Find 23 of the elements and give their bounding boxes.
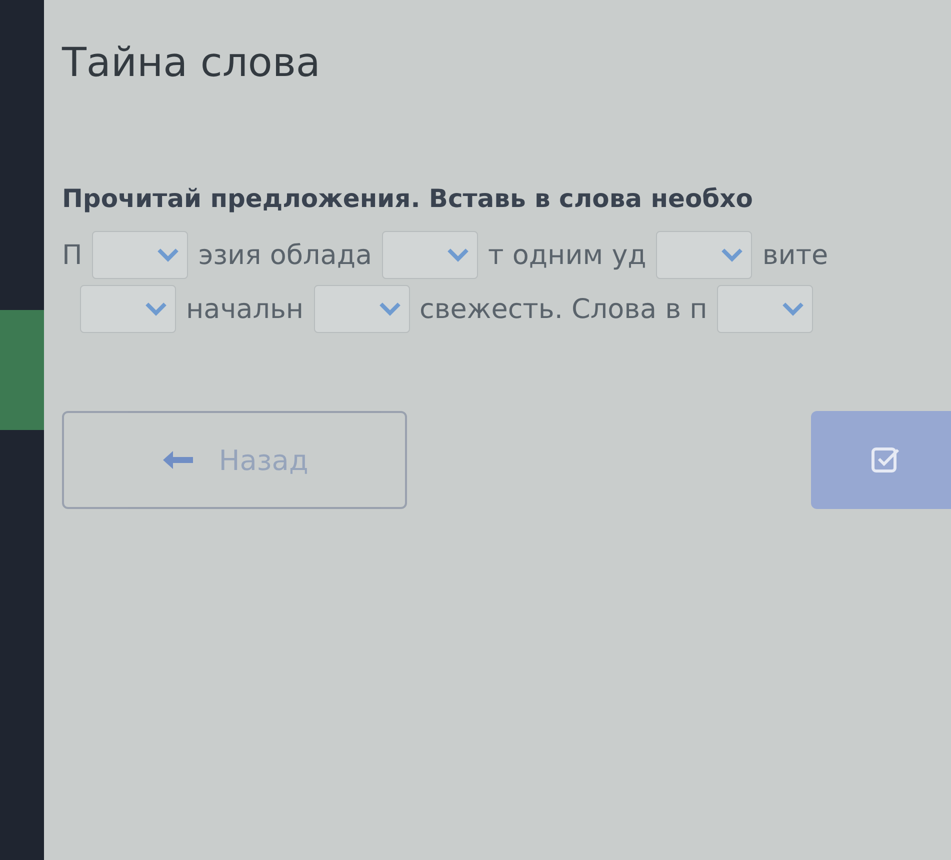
dropdown-field[interactable]	[92, 231, 188, 279]
dropdown-field[interactable]	[382, 231, 478, 279]
sentence-fragment: П	[62, 240, 82, 270]
chevron-icon	[447, 248, 470, 262]
chevron-icon	[721, 248, 744, 262]
dropdown-field[interactable]	[314, 285, 410, 333]
chevron-icon	[782, 302, 804, 316]
sentence-fragment: вите	[762, 240, 828, 270]
sentence-fragment: т одним уд	[488, 240, 646, 270]
dropdown-field[interactable]	[717, 285, 814, 333]
chevron-icon	[145, 302, 167, 316]
chevron-icon	[157, 248, 180, 262]
chevron-icon	[378, 302, 401, 316]
dropdown-field[interactable]	[80, 285, 176, 333]
page-title: Тайна слова	[62, 40, 322, 86]
dropdown-field[interactable]	[656, 231, 752, 279]
sentence-fragment: эзия облада	[198, 240, 372, 270]
checkbox-icon	[871, 445, 901, 475]
sentence-fragment: свежесть. Слова в п	[420, 294, 708, 324]
instruction-text: Прочитай предложения. Вставь в слова необхо	[62, 184, 754, 213]
sentence-fragment: начальн	[186, 294, 304, 324]
left-arrow-icon	[160, 449, 195, 471]
sidebar-item[interactable]	[0, 310, 44, 430]
